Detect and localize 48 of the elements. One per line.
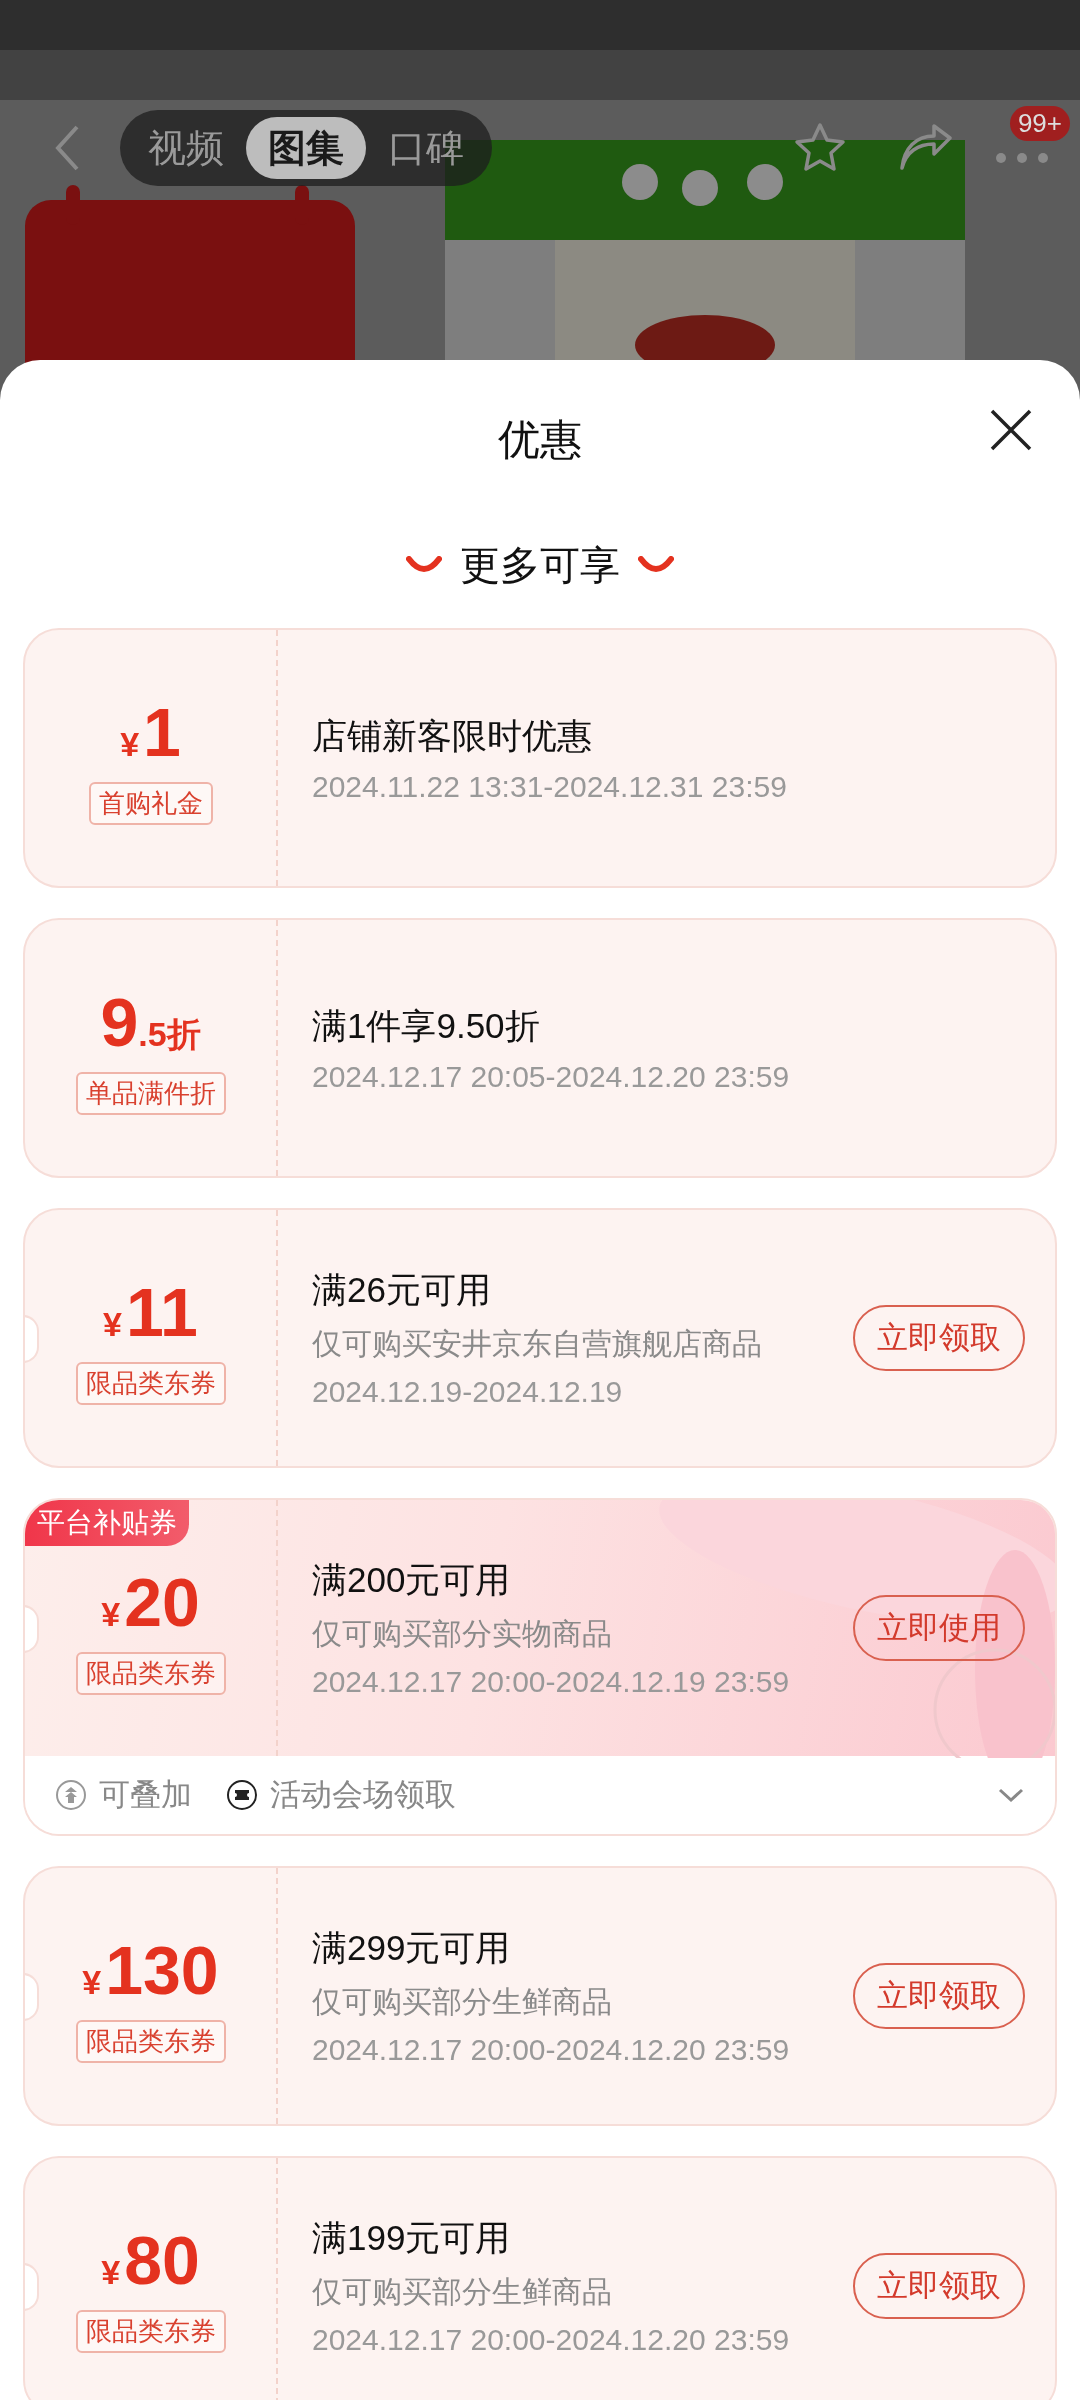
- coupon-scope: 仅可购买部分生鲜商品: [312, 2274, 613, 2310]
- coupon-amount: ¥20: [101, 1562, 200, 1642]
- coupon-amount: ¥130: [82, 1930, 219, 2010]
- claim-button[interactable]: 立即领取: [853, 2253, 1025, 2319]
- coupon-title: 满26元可用: [312, 1269, 492, 1311]
- footer-label: 活动会场领取: [270, 1776, 456, 1814]
- media-tab[interactable]: 图集: [246, 117, 366, 179]
- coupon-title: 满199元可用: [312, 2217, 512, 2259]
- coupon-type-tag: 单品满件折: [75, 1071, 226, 1115]
- platform-subsidy-tag: 平台补贴券: [25, 1500, 189, 1546]
- sheet-title: 优惠: [498, 415, 582, 465]
- coupon-amount: ¥1: [120, 692, 181, 772]
- section-title: 更多可享: [460, 541, 620, 589]
- chevron-icon[interactable]: [997, 1787, 1025, 1803]
- validity-period: 2024.12.19-2024.12.19: [312, 1375, 624, 1409]
- coupon-type-tag: 限品类东券: [75, 1651, 226, 1695]
- ticket-icon: [226, 1779, 258, 1811]
- validity-period: 2024.12.17 20:00-2024.12.20 23:59: [312, 2033, 791, 2067]
- more-icon[interactable]: [994, 151, 1050, 165]
- coupon-title: 满299元可用: [312, 1927, 512, 1969]
- coupon-scope: 仅可购买部分实物商品: [312, 1616, 613, 1652]
- claim-button[interactable]: 立即领取: [853, 1305, 1025, 1371]
- validity-period: 2024.11.22 13:31-2024.12.31 23:59: [312, 769, 788, 804]
- close-icon[interactable]: [989, 408, 1033, 452]
- coupon-type-tag: 首购礼金: [88, 781, 213, 825]
- coupon-type-tag: 限品类东券: [75, 1361, 226, 1405]
- smile-icon: [638, 556, 674, 574]
- claim-button[interactable]: 立即领取: [853, 1963, 1025, 2029]
- claim-button[interactable]: 立即使用: [853, 1595, 1025, 1661]
- coupon-scope: 仅可购买部分生鲜商品: [312, 1984, 613, 2020]
- validity-period: 2024.12.17 20:00-2024.12.20 23:59: [312, 2323, 791, 2357]
- footer-label: 可叠加: [99, 1776, 192, 1814]
- stack-icon: [55, 1779, 87, 1811]
- media-tab[interactable]: 视频: [126, 117, 246, 179]
- coupon-title: 店铺新客限时优惠: [312, 714, 593, 757]
- validity-period: 2024.12.17 20:00-2024.12.19 23:59: [312, 1665, 791, 1699]
- coupon-amount: ¥11: [103, 1272, 198, 1352]
- smile-icon: [406, 556, 442, 574]
- share-icon[interactable]: [898, 124, 954, 172]
- coupon-amount: ¥80: [101, 2220, 200, 2300]
- discount-amount: 9.5折: [100, 982, 201, 1062]
- coupon-type-tag: 限品类东券: [75, 2309, 226, 2353]
- coupon-scope: 仅可购买安井京东自营旗舰店商品: [312, 1326, 763, 1362]
- validity-period: 2024.12.17 20:05-2024.12.20 23:59: [312, 1059, 791, 1094]
- media-tab[interactable]: 口碑: [366, 117, 486, 179]
- coupon-title: 满200元可用: [312, 1559, 512, 1601]
- coupon-type-tag: 限品类东券: [75, 2019, 226, 2063]
- coupon-title: 满1件享9.50折: [312, 1004, 541, 1047]
